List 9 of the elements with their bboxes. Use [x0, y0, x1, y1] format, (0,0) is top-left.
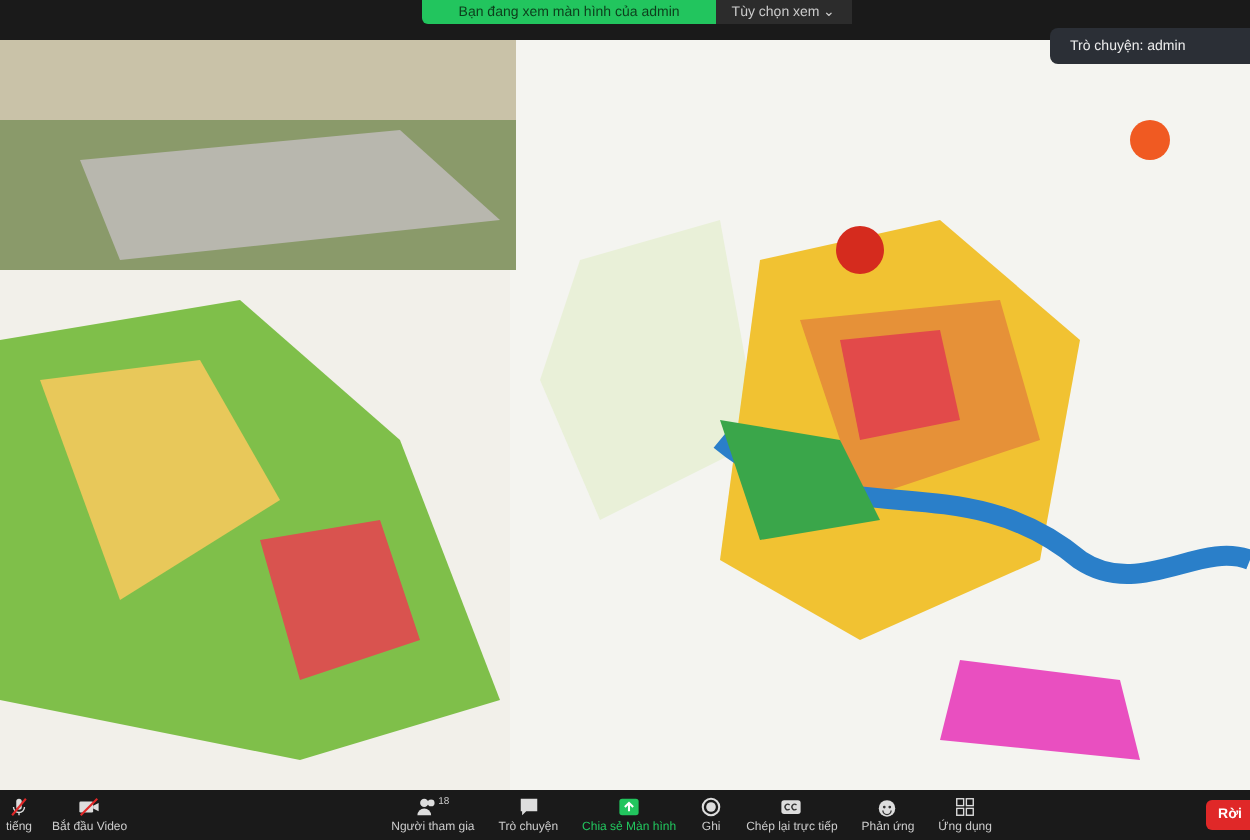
microphone-icon — [8, 796, 30, 818]
share-screen-icon — [618, 796, 641, 818]
record-icon — [700, 796, 723, 818]
people-icon — [416, 796, 439, 818]
camera-icon — [78, 796, 101, 818]
chat-icon — [517, 796, 540, 818]
apps-icon — [954, 796, 977, 818]
emoji-icon — [876, 796, 899, 818]
captions-icon — [780, 796, 803, 818]
